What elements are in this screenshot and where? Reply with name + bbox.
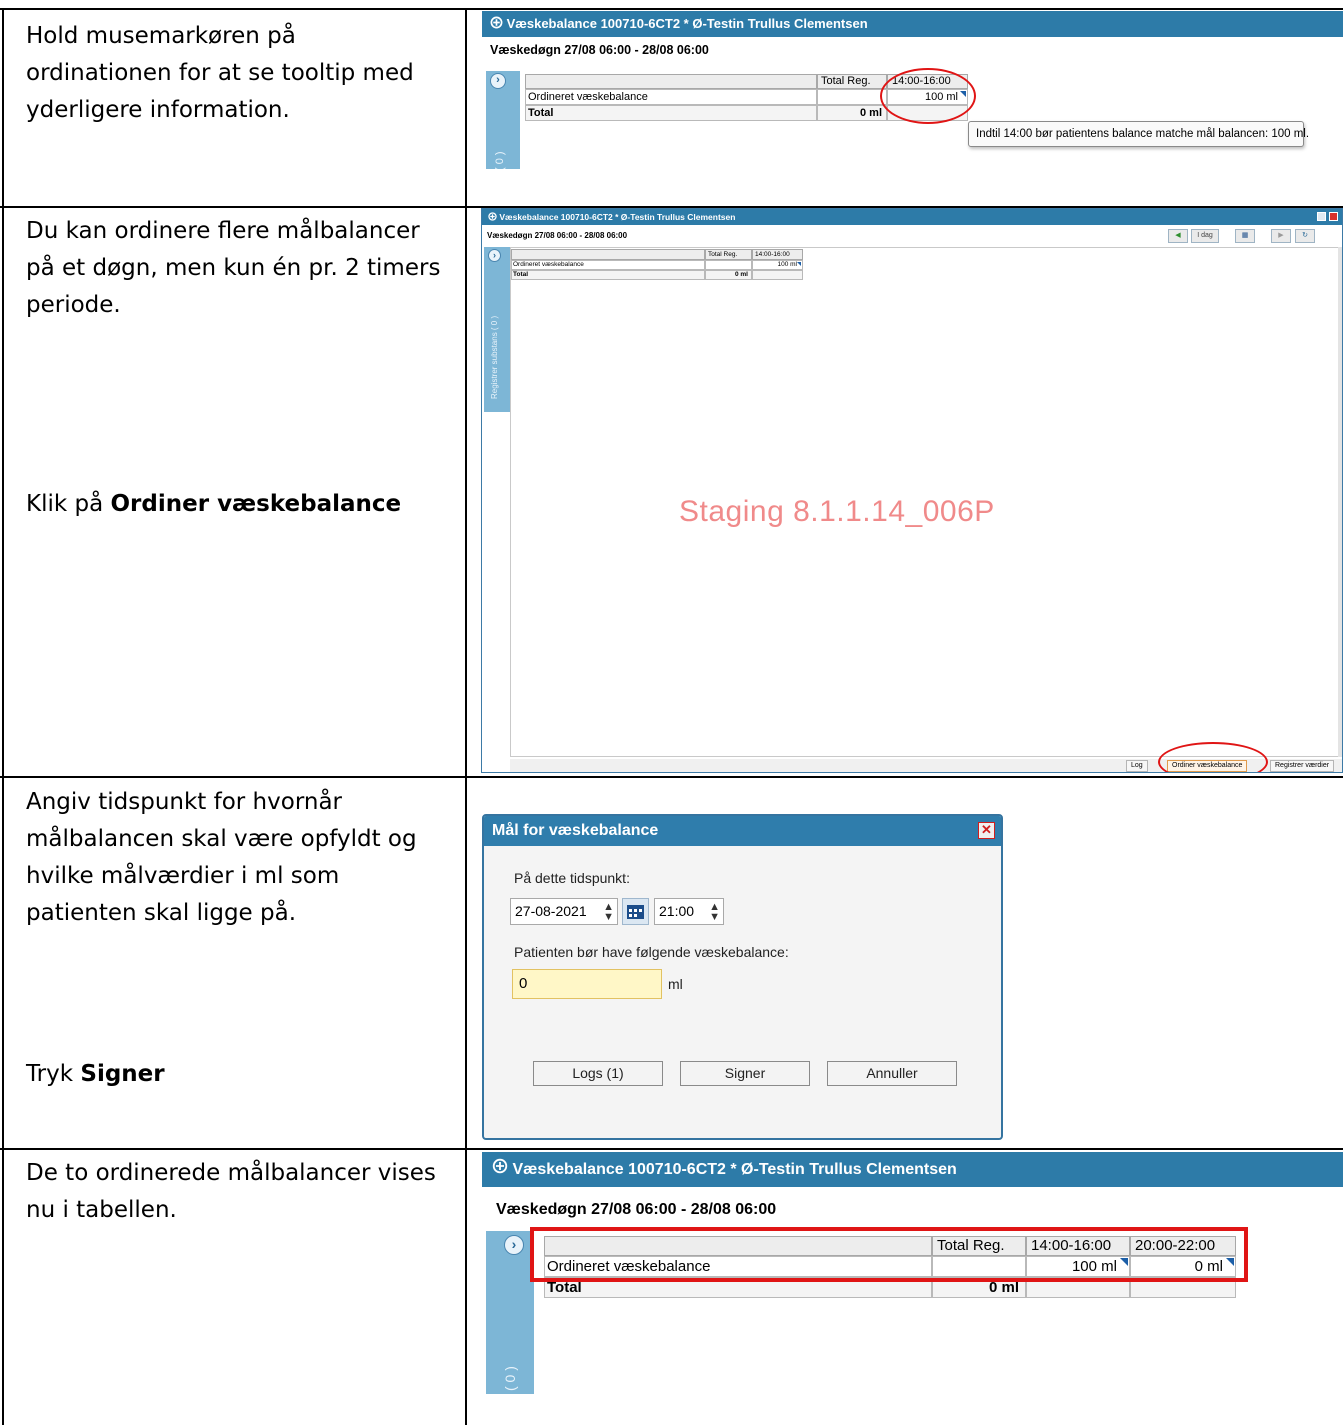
column-header	[511, 249, 705, 260]
scrollbar[interactable]	[1338, 247, 1342, 757]
restore-icon[interactable]	[1317, 212, 1326, 221]
total-label: Total	[525, 105, 817, 121]
instruction-text-4: De to ordinerede målbalancer vises nu i …	[26, 1160, 436, 1223]
instruction-prefix: Tryk	[26, 1061, 81, 1087]
today-button[interactable]: I dag	[1191, 229, 1219, 243]
window-title: Væskebalance 100710-6CT2 * Ø-Testin Trul…	[512, 1161, 957, 1178]
instruction-text-3b: Tryk Signer	[26, 1056, 446, 1093]
stepper-arrows-icon[interactable]: ▲ ▼	[709, 902, 720, 923]
date-value: 27-08-2021	[515, 903, 587, 919]
registrer-vaerdier-button[interactable]: Registrer værdier	[1270, 760, 1335, 772]
table-cell	[705, 260, 752, 270]
app-logo-icon	[488, 210, 497, 226]
screenshot-tooltip: Væskebalance 100710-6CT2 * Ø-Testin Trul…	[482, 11, 1343, 169]
tooltip: Indtil 14:00 bør patientens balance matc…	[968, 121, 1309, 147]
table-cell	[817, 89, 887, 105]
window-titlebar: Væskebalance 100710-6CT2 * Ø-Testin Trul…	[482, 1152, 1343, 1187]
close-icon[interactable]	[1329, 212, 1338, 221]
row-label: Ordineret væskebalance	[511, 260, 705, 270]
signer-button[interactable]: Signer	[680, 1061, 810, 1086]
column-header	[525, 74, 817, 89]
instruction-text-2b: Klik på Ordiner væskebalance	[26, 486, 446, 523]
expand-icon[interactable]: ›	[490, 73, 506, 89]
fluid-day-title: Væskedøgn 27/08 06:00 - 28/08 06:00	[490, 43, 709, 57]
row-label: Ordineret væskebalance	[525, 89, 817, 105]
calendar-icon[interactable]	[622, 898, 649, 925]
highlight-circle	[880, 68, 976, 124]
balance-label: Patienten bør have følgende væskebalance…	[514, 944, 789, 960]
date-stepper[interactable]: 27-08-2021 ▲ ▼	[510, 898, 618, 925]
total-label: Total	[511, 270, 705, 280]
instruction-bold: Ordiner væskebalance	[110, 491, 402, 517]
window-title: Væskebalance 100710-6CT2 * Ø-Testin Trul…	[499, 212, 736, 222]
instruction-prefix: Klik på	[26, 491, 111, 517]
instruction-bold: Signer	[80, 1061, 165, 1087]
expand-icon[interactable]: ›	[504, 1235, 524, 1255]
time-value: 21:00	[659, 903, 695, 919]
total-value: 0 ml	[705, 270, 752, 280]
screenshot-two-targets: Væskebalance 100710-6CT2 * Ø-Testin Trul…	[482, 1152, 1343, 1394]
screenshot-fluid-balance: Væskebalance 100710-6CT2 * Ø-Testin Trul…	[481, 208, 1343, 773]
column-header: Total Reg.	[705, 249, 752, 260]
app-logo-icon	[492, 1152, 508, 1187]
side-panel[interactable]: › ( 0 )	[486, 71, 520, 169]
instruction-text-1: Hold musemarkøren på ordinationen for at…	[26, 23, 414, 123]
window-titlebar: Væskebalance 100710-6CT2 * Ø-Testin Trul…	[482, 209, 1342, 225]
time-label: På dette tidspunkt:	[514, 870, 630, 886]
table-column-divider	[465, 8, 467, 1425]
column-header: 14:00-16:00	[752, 249, 803, 260]
expand-icon[interactable]: ›	[488, 249, 501, 262]
staging-watermark: Staging 8.1.1.14_006P	[679, 495, 995, 528]
side-panel-label: ( 0 )	[494, 151, 506, 169]
dialog-title: Mål for væskebalance	[484, 816, 1001, 846]
instruction-text-3a: Angiv tidspunkt for hvornår målbalancen …	[26, 789, 417, 926]
table-left-border	[2, 8, 4, 1425]
annuller-button[interactable]: Annuller	[827, 1061, 957, 1086]
instruction-text-2a: Du kan ordinere flere målbalancer på et …	[26, 218, 441, 318]
close-icon[interactable]: ✕	[978, 822, 995, 839]
window-title: Væskebalance 100710-6CT2 * Ø-Testin Trul…	[506, 16, 868, 31]
fluid-day-title: Væskedøgn 27/08 06:00 - 28/08 06:00	[496, 1201, 777, 1218]
app-logo-icon	[490, 12, 503, 38]
stepper-arrows-icon[interactable]: ▲ ▼	[603, 902, 614, 923]
side-panel[interactable]: › Registrer substans ( 0 )	[484, 247, 510, 412]
prev-day-button[interactable]: ◀	[1168, 229, 1188, 243]
target-balance-dialog: Mål for væskebalance ✕ På dette tidspunk…	[482, 814, 1003, 1140]
fluid-table-area: Total Reg. 14:00-16:00 Ordineret væskeba…	[510, 247, 1342, 757]
table-cell	[752, 270, 803, 280]
unit-label: ml	[668, 976, 683, 992]
side-panel[interactable]: › ( 0 )	[486, 1231, 534, 1394]
window-titlebar: Væskebalance 100710-6CT2 * Ø-Testin Trul…	[482, 11, 1343, 37]
cell-value: 100 ml	[777, 261, 797, 268]
total-value: 0 ml	[817, 105, 887, 121]
side-panel-label: ( 0 )	[502, 1366, 518, 1391]
logs-button[interactable]: Logs (1)	[533, 1061, 663, 1086]
note-marker-icon	[797, 262, 801, 266]
column-header: Total Reg.	[817, 74, 887, 89]
fluid-day-title: Væskedøgn 27/08 06:00 - 28/08 06:00	[487, 231, 628, 240]
highlight-rectangle	[530, 1227, 1248, 1282]
refresh-icon[interactable]: ↻	[1295, 229, 1315, 243]
time-stepper[interactable]: 21:00 ▲ ▼	[654, 898, 724, 925]
next-day-button[interactable]: ▶	[1271, 229, 1291, 243]
side-panel-label: Registrer substans ( 0 )	[490, 315, 499, 399]
balance-input[interactable]: 0	[512, 969, 662, 999]
log-button[interactable]: Log	[1126, 760, 1148, 772]
target-balance-cell[interactable]: 100 ml	[752, 260, 803, 270]
calendar-icon[interactable]: ▦	[1235, 229, 1255, 243]
